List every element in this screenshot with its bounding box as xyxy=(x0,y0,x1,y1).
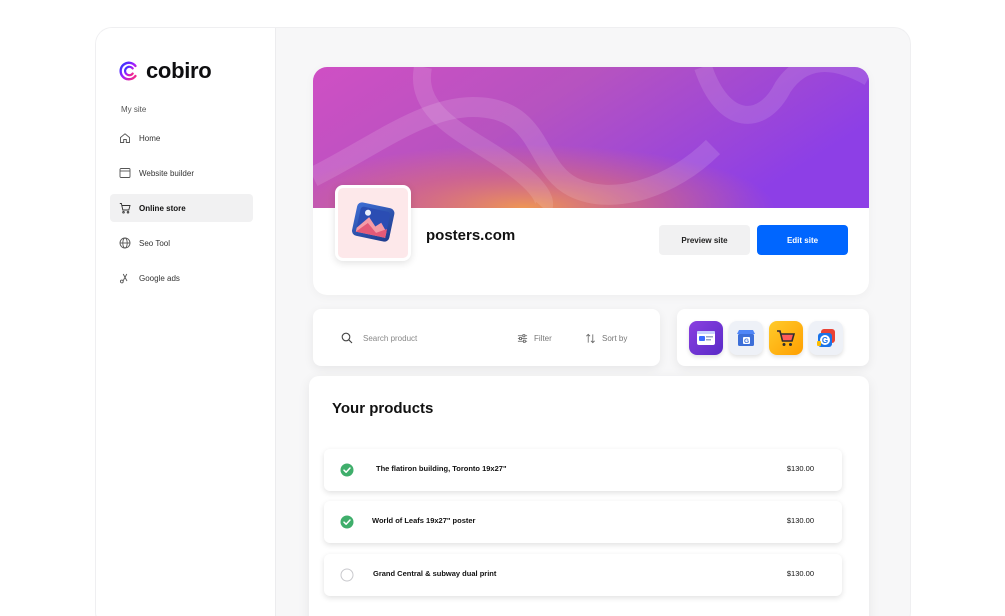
sidebar-item-online-store[interactable]: Online store xyxy=(110,194,253,222)
search-icon xyxy=(341,332,353,344)
app-window: cobiro My site Home Website builder Onli… xyxy=(96,28,910,616)
product-search-bar: Filter Sort by xyxy=(313,309,660,366)
globe-icon xyxy=(119,237,131,249)
cobiro-logo-icon xyxy=(119,61,137,81)
sidebar-item-label: Website builder xyxy=(139,168,194,178)
sidebar-item-website-builder[interactable]: Website builder xyxy=(110,159,253,187)
connected-apps-bar: G G xyxy=(677,309,869,366)
sidebar-item-home[interactable]: Home xyxy=(110,124,253,152)
shopping-cart-app-icon[interactable] xyxy=(769,321,803,355)
preview-site-button[interactable]: Preview site xyxy=(659,225,750,255)
product-price: $130.00 xyxy=(786,464,814,473)
product-row[interactable]: World of Leafs 19x27" poster $130.00 xyxy=(324,501,842,543)
unchecked-circle-icon[interactable] xyxy=(340,568,354,582)
product-name: Grand Central & subway dual print xyxy=(373,569,497,578)
brand-name: cobiro xyxy=(146,58,212,83)
google-ads-app-icon[interactable]: G xyxy=(809,321,843,355)
filter-button[interactable]: Filter xyxy=(517,328,552,348)
sidebar-nav: Home Website builder Online store Seo To… xyxy=(110,124,253,299)
site-name: posters.com xyxy=(426,227,516,244)
browser-window-icon xyxy=(119,168,131,178)
product-row[interactable]: The flatiron building, Toronto 19x27" $1… xyxy=(324,449,842,491)
products-panel: Your products The flatiron building, Tor… xyxy=(309,376,869,616)
sort-arrows-icon xyxy=(586,333,595,343)
sort-label: Sort by xyxy=(602,333,628,343)
sidebar-item-seo-tool[interactable]: Seo Tool xyxy=(110,229,253,257)
product-price: $130.00 xyxy=(786,516,814,525)
svg-text:G: G xyxy=(822,336,828,345)
shopping-cart-icon xyxy=(119,203,131,214)
filter-sliders-icon xyxy=(517,333,528,343)
website-builder-app-icon[interactable] xyxy=(689,321,723,355)
sort-button[interactable]: Sort by xyxy=(585,328,627,348)
home-icon xyxy=(120,133,130,143)
sidebar-item-label: Seo Tool xyxy=(139,238,170,248)
sidebar-item-google-ads[interactable]: Google ads xyxy=(110,264,253,292)
edit-site-button[interactable]: Edit site xyxy=(757,225,848,255)
product-name: The flatiron building, Toronto 19x27" xyxy=(376,464,507,473)
store-thumbnail xyxy=(335,185,411,261)
product-row[interactable]: Grand Central & subway dual print $130.0… xyxy=(324,554,842,596)
sidebar-item-label: Online store xyxy=(139,203,186,213)
products-title: Your products xyxy=(332,400,434,417)
search-input[interactable] xyxy=(363,328,493,348)
checked-circle-icon[interactable] xyxy=(340,463,354,477)
picture-frame-icon xyxy=(352,202,395,242)
brand-logo[interactable]: cobiro xyxy=(118,58,212,84)
site-hero-card: posters.com Preview site Edit site xyxy=(313,67,869,295)
sidebar-item-label: Google ads xyxy=(139,273,180,283)
google-ads-icon xyxy=(119,273,128,284)
google-my-business-app-icon[interactable]: G xyxy=(729,321,763,355)
filter-label: Filter xyxy=(534,333,552,343)
product-price: $130.00 xyxy=(786,569,814,578)
svg-text:G: G xyxy=(744,338,749,345)
sidebar-item-label: Home xyxy=(139,133,161,143)
section-label-my-site: My site xyxy=(121,105,147,114)
product-name: World of Leafs 19x27" poster xyxy=(372,516,476,525)
sidebar: cobiro My site Home Website builder Onli… xyxy=(96,28,276,616)
checked-circle-icon[interactable] xyxy=(340,515,354,529)
